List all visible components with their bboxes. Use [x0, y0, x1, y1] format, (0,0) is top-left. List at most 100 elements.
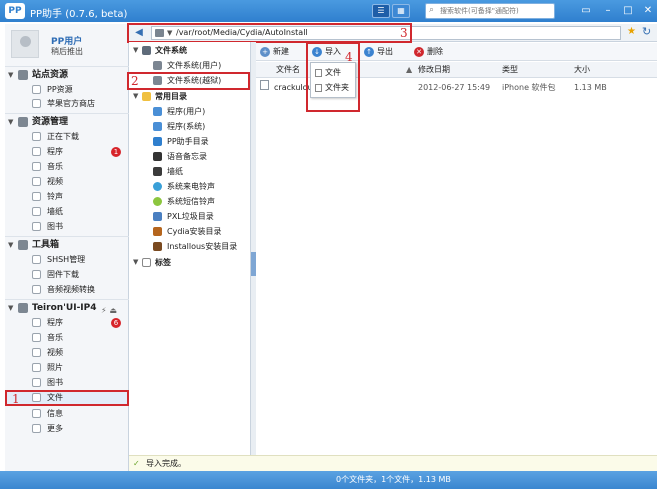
sidebar-item-device-photos[interactable]: 照片: [5, 361, 129, 374]
sidebar-item-device-music[interactable]: 音乐: [5, 331, 129, 344]
new-button[interactable]: + 新建: [260, 45, 300, 59]
maximize-button[interactable]: □: [620, 4, 636, 18]
sidebar-item-device-apps[interactable]: 程序 6: [5, 316, 129, 329]
delete-button[interactable]: ✕ 删除: [414, 45, 454, 59]
sidebar-item-video[interactable]: 视频: [5, 175, 129, 188]
sidebar-item-convert[interactable]: 音频视频转换: [5, 283, 129, 296]
title-bar: PP PP助手 (0.7.6, beta) ☰ ▦ ⌕ ▭ – □ ✕: [0, 0, 657, 22]
export-icon: ↑: [364, 47, 374, 57]
sidebar-item-apple-store[interactable]: 苹果官方商店: [5, 97, 129, 110]
column-name[interactable]: 文件名: [276, 62, 300, 78]
user-panel: PP用户 稍后推出: [5, 24, 129, 64]
tree-bookmark-header[interactable]: ▼ 标签: [133, 256, 248, 269]
sidebar-group-resources[interactable]: ▼ 资源管理: [5, 113, 129, 129]
sidebar-item-downloading[interactable]: 正在下载: [5, 130, 129, 143]
sidebar-group-toolbox[interactable]: ▼ 工具箱: [5, 236, 129, 252]
status-message: 导入完成。: [146, 459, 186, 468]
global-search-box[interactable]: ⌕: [425, 3, 555, 19]
microphone-icon: [153, 152, 162, 161]
tree-item-filesystem-user[interactable]: 文件系统(用户): [143, 59, 248, 72]
cydia-icon: [153, 227, 162, 236]
collapse-icon: ▼: [8, 304, 14, 312]
sidebar-group-device[interactable]: ▼ Teiron'UI-IP4 ⚡ ⏏: [5, 299, 129, 315]
trash-icon: [153, 212, 162, 221]
sidebar-item-pp-resource[interactable]: PP资源: [5, 83, 129, 96]
app-logo: PP: [5, 3, 25, 19]
count-badge: 1: [111, 147, 121, 157]
file-icon: [32, 393, 41, 402]
sidebar-item-books[interactable]: 图书: [5, 220, 129, 233]
annotation-number-4: 4: [345, 50, 353, 64]
close-button[interactable]: ✕: [640, 4, 656, 18]
sidebar-item-music[interactable]: 音乐: [5, 160, 129, 173]
sidebar-item-wallpaper[interactable]: 墙纸: [5, 205, 129, 218]
export-button[interactable]: ↑ 导出: [364, 45, 404, 59]
sidebar-item-device-more[interactable]: 更多: [5, 422, 129, 435]
sidebar-item-apps[interactable]: 程序 1: [5, 145, 129, 158]
app-icon: [32, 318, 41, 327]
annotation-box-2: [127, 72, 250, 90]
check-icon: ✓: [133, 459, 140, 468]
search-icon: ⌕: [429, 5, 435, 15]
sidebar-item-device-video[interactable]: 视频: [5, 346, 129, 359]
sidebar-item-ringtone[interactable]: 铃声: [5, 190, 129, 203]
bookmark-icon: [142, 258, 151, 267]
tree-item-pp-dir[interactable]: PP助手目录: [143, 135, 248, 148]
tree-filesystem-header[interactable]: ▼ 文件系统: [133, 44, 248, 57]
installous-icon: [153, 242, 162, 251]
list-view-button[interactable]: ☰: [372, 4, 390, 18]
star-icon[interactable]: ★: [627, 26, 636, 37]
sidebar-group-site[interactable]: ▼ 站点资源: [5, 66, 129, 82]
sidebar-item-device-messages[interactable]: 信息: [5, 407, 129, 420]
tree-item-apps-system[interactable]: 程序(系统): [143, 120, 248, 133]
column-type[interactable]: 类型: [502, 62, 518, 78]
column-date[interactable]: 修改日期: [418, 62, 450, 78]
app-icon: [153, 122, 162, 131]
folder-icon: [142, 92, 151, 101]
pane-splitter[interactable]: [251, 42, 256, 470]
logout-link[interactable]: 稍后推出: [51, 46, 83, 57]
book-icon: [32, 378, 41, 387]
sidebar: PP用户 稍后推出 ▼ 站点资源 PP资源 苹果官方商店 ▼ 资源管理 正在下载…: [5, 24, 129, 471]
tree-item-voice-memos[interactable]: 语音备忘录: [143, 150, 248, 163]
sidebar-item-device-books[interactable]: 图书: [5, 376, 129, 389]
tree-item-apps-user[interactable]: 程序(用户): [143, 105, 248, 118]
package-file-icon: [260, 80, 269, 90]
firmware-icon: [32, 270, 41, 279]
convert-icon: [32, 285, 41, 294]
collapse-icon: ▼: [8, 71, 14, 79]
minimize-button[interactable]: –: [600, 4, 616, 18]
video-icon: [32, 348, 41, 357]
computer-icon: [142, 46, 151, 55]
file-size: 1.13 MB: [574, 83, 607, 92]
tree-common-header[interactable]: ▼ 常用目录: [133, 90, 248, 103]
file-date: 2012-06-27 15:49: [418, 83, 491, 92]
splitter-grip[interactable]: [251, 252, 256, 276]
column-size[interactable]: 大小: [574, 62, 590, 78]
tree-item-call-ringtones[interactable]: 系统来电铃声: [143, 180, 248, 193]
tree-item-pxl-trash[interactable]: PXL垃圾目录: [143, 210, 248, 223]
search-input[interactable]: [440, 5, 552, 17]
tree-item-cydia-dir[interactable]: Cydia安装目录: [143, 225, 248, 238]
book-icon: [32, 222, 41, 231]
more-icon: [32, 424, 41, 433]
app-title: PP助手 (0.7.6, beta): [30, 9, 128, 20]
wallpaper-icon: [153, 167, 162, 176]
tree-item-installous-dir[interactable]: Installous安装目录: [143, 240, 248, 253]
tree-item-sms-ringtones[interactable]: 系统短信铃声: [143, 195, 248, 208]
refresh-icon[interactable]: ↻: [642, 25, 651, 38]
sidebar-item-device-files[interactable]: 文件: [5, 390, 129, 406]
grid-view-button[interactable]: ▦: [392, 4, 410, 18]
sidebar-item-shsh[interactable]: SHSH管理: [5, 253, 129, 266]
collapse-icon: ▼: [133, 258, 139, 266]
music-note-icon: [153, 182, 162, 191]
skin-icon[interactable]: ▭: [578, 4, 594, 18]
tree-item-wallpaper[interactable]: 墙纸: [143, 165, 248, 178]
count-badge: 6: [111, 318, 121, 328]
sidebar-item-firmware[interactable]: 固件下载: [5, 268, 129, 281]
avatar[interactable]: [11, 30, 39, 58]
drive-icon: [153, 61, 162, 70]
wallpaper-icon: [32, 207, 41, 216]
file-type: iPhone 软件包: [502, 83, 556, 92]
toolbox-icon: [18, 240, 28, 250]
